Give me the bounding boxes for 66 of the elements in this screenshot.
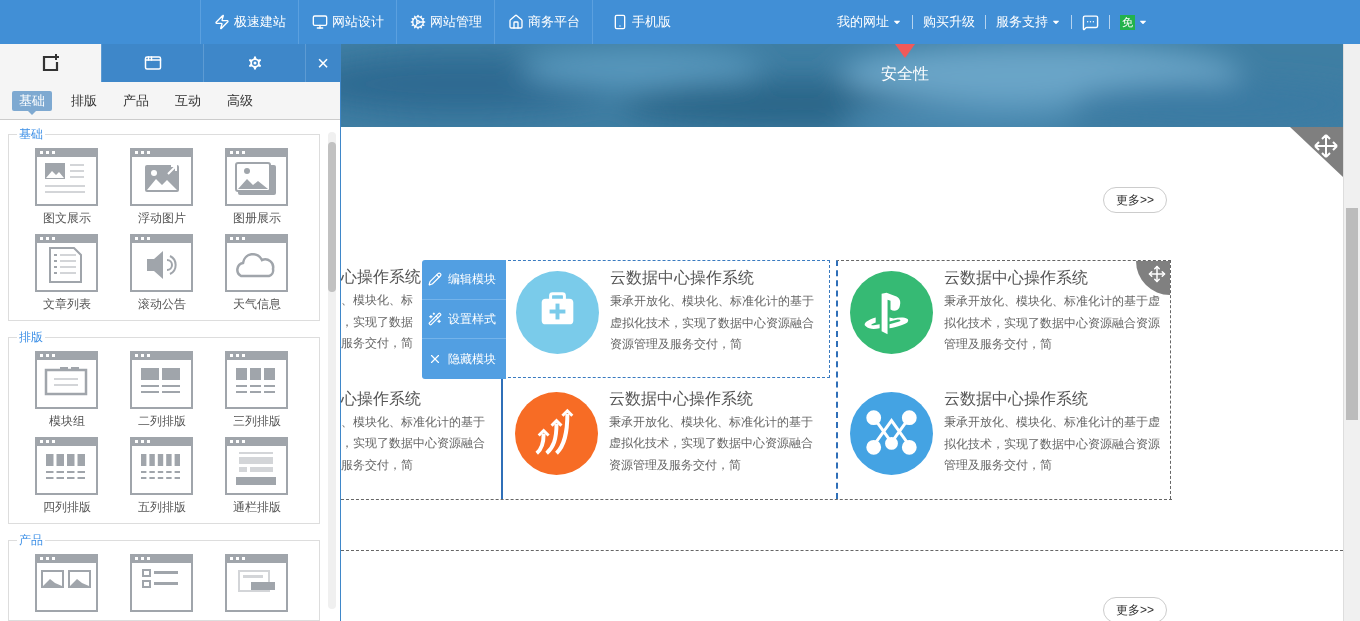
chat-icon[interactable] <box>1082 13 1099 31</box>
window-icon <box>143 54 162 72</box>
widget-icon <box>130 148 193 206</box>
home-icon <box>507 14 524 30</box>
free-badge: 免 <box>1120 14 1135 30</box>
card-description: 秉承开放化、模块化、标准化计的基于虚 拟化技术，实现了数据中心资源融合资源 管理及服务交付，简 <box>944 293 1160 353</box>
widget-item[interactable]: 五列排版 <box>114 437 209 515</box>
card-title: 云数据中心操作系统 <box>944 269 1088 287</box>
category-tab[interactable]: 排版 <box>64 90 104 111</box>
card-title: 云数据中心操作系统 <box>610 269 754 287</box>
scrollbar-thumb[interactable] <box>1346 208 1358 420</box>
bolt-icon <box>213 14 230 30</box>
card-title: 云数据中心操作系统 <box>944 390 1088 408</box>
widget-item[interactable]: 四列排版 <box>19 437 114 515</box>
widget-item[interactable]: 浮动图片 <box>114 148 209 226</box>
more-button[interactable]: 更多>> <box>1103 187 1167 213</box>
widget-item[interactable]: 天气信息 <box>209 234 304 312</box>
widget-icon <box>130 234 193 292</box>
widget-icon <box>130 554 193 612</box>
widget-icon <box>225 148 288 206</box>
widget-icon <box>35 437 98 495</box>
widget-icon <box>225 554 288 612</box>
card-title: 心操作系统 <box>341 268 421 286</box>
panel-tab[interactable] <box>0 44 102 82</box>
scrollbar-thumb[interactable] <box>328 142 336 292</box>
widget-item[interactable]: 通栏排版 <box>209 437 304 515</box>
group-title: 基础 <box>18 127 44 141</box>
banner-caption: 安全性 <box>881 64 929 84</box>
wand-icon <box>428 311 442 326</box>
monitor-icon <box>311 14 328 30</box>
widget-item[interactable]: 模块组 <box>19 351 114 429</box>
widget-icon <box>225 351 288 409</box>
scrollbar[interactable] <box>328 132 336 609</box>
card-description: 秉承开放化、模块化、标准化计的基于 虚拟化技术，实现了数据中心资源融合 资源管理及服务交付，简 <box>610 293 814 353</box>
widget-icon <box>35 148 98 206</box>
gear-icon <box>409 14 426 30</box>
widget-icon <box>35 554 98 612</box>
card-title: 云数据中心操作系统 <box>609 389 753 408</box>
widget-icon <box>35 234 98 292</box>
widget-icon <box>35 351 98 409</box>
card-description: 、模块化、标 ，实现了数据 服务交付，简 <box>341 292 413 352</box>
group-title: 排版 <box>18 330 44 344</box>
card-description: 、模块化、标准化计的基于 ，实现了数据中心资源融合 服务交付，简 <box>341 413 485 474</box>
more-button[interactable]: 更多>> <box>1103 597 1167 621</box>
category-tab[interactable]: 高级 <box>220 90 260 111</box>
phone-icon <box>612 14 628 30</box>
add-icon <box>41 54 60 72</box>
group-title: 产品 <box>18 533 44 547</box>
widget-icon <box>130 437 193 495</box>
widget-icon <box>225 437 288 495</box>
widget-item[interactable]: 三列排版 <box>209 351 304 429</box>
category-tab[interactable]: 互动 <box>168 90 208 111</box>
card-title: 心操作系统 <box>341 389 421 408</box>
card-description: 秉承开放化、模块化、标准化计的基于 虚拟化技术，实现了数据中心资源融合 资源管理及服务交付，简 <box>609 413 813 474</box>
widget-item[interactable]: 文章列表 <box>19 234 114 312</box>
widget-icon <box>130 351 193 409</box>
close-button[interactable]: × <box>306 44 340 82</box>
widget-item[interactable]: 图册展示 <box>209 148 304 226</box>
widget-item[interactable]: 图文展示 <box>19 148 114 226</box>
widget-item[interactable]: 二列排版 <box>114 351 209 429</box>
move-handle[interactable] <box>1290 127 1343 177</box>
card-description: 秉承开放化、模块化、标准化计的基于虚 拟化技术，实现了数据中心资源融合资源 管理及服务交付，简 <box>944 414 1160 474</box>
pencil-icon <box>428 272 442 287</box>
widget-item[interactable]: 滚动公告 <box>114 234 209 312</box>
category-tab[interactable]: 产品 <box>116 90 156 111</box>
widget-icon <box>225 234 288 292</box>
